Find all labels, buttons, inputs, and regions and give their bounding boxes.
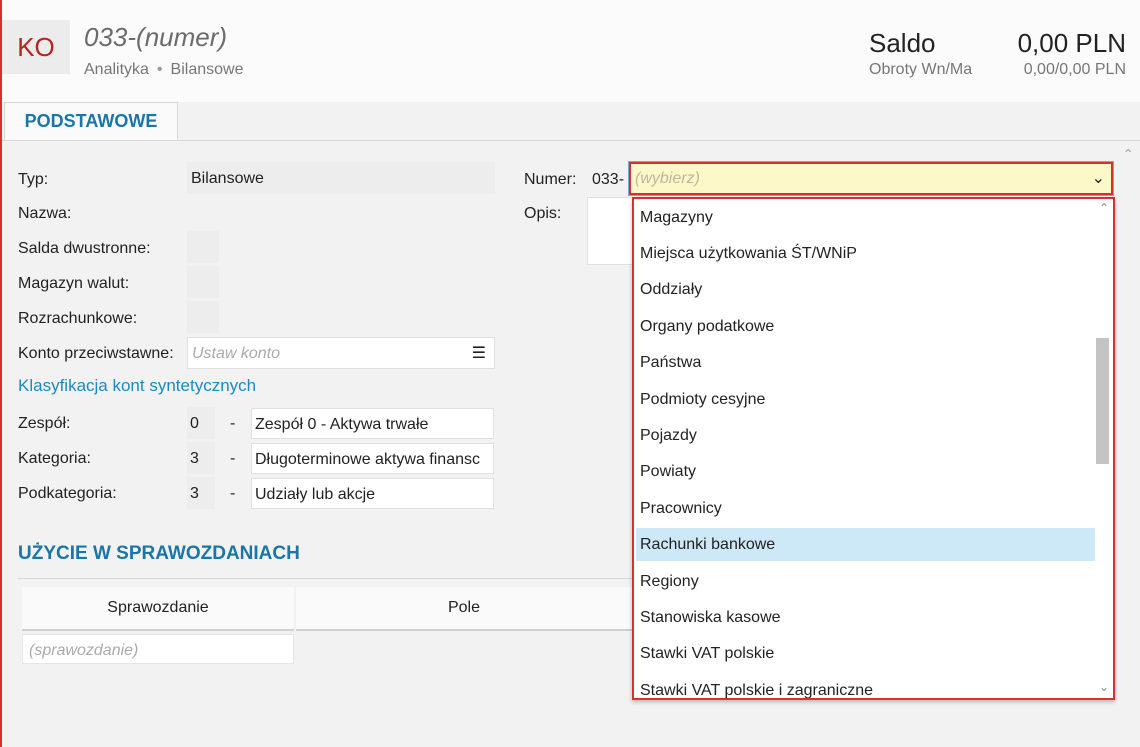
salda-checkbox[interactable] — [187, 231, 219, 263]
kategoria-dash: - — [230, 450, 236, 467]
breadcrumb-kind: Bilansowe — [170, 61, 244, 78]
column-header-sprawozdanie[interactable]: Sprawozdanie — [22, 587, 294, 631]
breadcrumb-type: Analityka — [84, 61, 149, 78]
dropdown-option[interactable]: Regiony — [636, 565, 1095, 598]
podkategoria-name: Udziały lub akcje — [255, 486, 376, 503]
column-header-pole[interactable]: Pole — [296, 587, 632, 631]
dropdown-option[interactable]: Stanowiska kasowe — [636, 601, 1095, 634]
opis-label: Opis: — [524, 205, 562, 222]
breadcrumb-separator: • — [156, 61, 163, 78]
kategoria-label: Kategoria: — [18, 450, 91, 467]
rozrachunkowe-checkbox[interactable] — [187, 301, 219, 333]
dropdown-option[interactable]: Podmioty cesyjne — [636, 383, 1095, 416]
breadcrumb: Analityka • Bilansowe — [84, 61, 243, 79]
dropdown-option[interactable]: Państwa — [636, 346, 1095, 379]
header: KO 033-(numer) Analityka • Bilansowe Saldo… — [2, 0, 1140, 102]
typ-label: Typ: — [18, 171, 49, 188]
dropdown-option[interactable]: Oddziały — [636, 273, 1095, 306]
dropdown-option[interactable]: Miejsca użytkowania ŚT/WNiP — [636, 237, 1095, 270]
kategoria-name-field: Długoterminowe aktywa finansc — [251, 443, 494, 474]
kategoria-code: 3 — [190, 450, 199, 467]
obroty-value: 0,00/0,00 PLN — [1023, 61, 1126, 78]
chevron-down-icon[interactable]: ⌄ — [1092, 168, 1105, 188]
opis-textarea[interactable] — [587, 197, 635, 265]
dropdown-option[interactable]: Pojazdy — [636, 419, 1095, 452]
numer-prefix: 033- — [592, 171, 625, 188]
usage-section-title: UŻYCIE W SPRAWOZDANIACH — [18, 543, 300, 564]
nazwa-label: Nazwa: — [18, 205, 72, 222]
obroty-label: Obroty Wn/Ma — [869, 61, 973, 78]
dropdown-option[interactable]: Stawki VAT polskie i zagraniczne — [636, 674, 1095, 699]
konto-input[interactable]: Ustaw konto ☰ — [187, 337, 495, 369]
podkategoria-code: 3 — [190, 485, 199, 502]
numer-dropdown-list[interactable]: Magazyny Miejsca użytkowania ŚT/WNiP Odd… — [632, 197, 1115, 700]
rozrachunkowe-label: Rozrachunkowe: — [18, 310, 138, 327]
numer-placeholder: (wybierz) — [635, 170, 700, 187]
zespol-dash: - — [230, 415, 236, 432]
zespol-code: 0 — [190, 415, 199, 432]
numer-select[interactable]: (wybierz) ⌄ — [628, 161, 1114, 196]
tab-podstawowe[interactable]: PODSTAWOWE — [4, 102, 178, 140]
zespol-code-field: 0 — [187, 407, 215, 439]
typ-value: Bilansowe — [191, 170, 264, 187]
zespol-name-field: Zespół 0 - Aktywa trwałe — [251, 408, 494, 439]
menu-icon[interactable]: ☰ — [472, 343, 486, 363]
klasyfikacja-link[interactable]: Klasyfikacja kont syntetycznych — [18, 376, 256, 396]
podkategoria-label: Podkategoria: — [18, 485, 117, 502]
magazyn-checkbox[interactable] — [187, 266, 219, 298]
dropdown-option[interactable]: Pracownicy — [636, 492, 1095, 525]
zespol-label: Zespół: — [18, 415, 71, 432]
dropdown-option[interactable]: Stawki VAT polskie — [636, 637, 1095, 670]
scrollbar-thumb[interactable] — [1096, 338, 1109, 464]
tab-bar: PODSTAWOWE — [2, 102, 1140, 141]
konto-label: Konto przeciwstawne: — [18, 345, 174, 362]
page-title: 033-(numer) — [84, 22, 228, 52]
scroll-up-icon[interactable]: ⌃ — [1099, 201, 1109, 215]
konto-placeholder: Ustaw konto — [192, 345, 281, 362]
account-badge: KO — [2, 20, 70, 74]
scroll-down-icon[interactable]: ⌄ — [1099, 680, 1109, 694]
dropdown-option[interactable]: Organy podatkowe — [636, 310, 1095, 343]
saldo-value: 0,00 PLN — [1017, 28, 1126, 58]
dropdown-option[interactable]: Powiaty — [636, 455, 1095, 488]
section-divider — [18, 578, 638, 579]
sprawozdanie-cell[interactable]: (sprawozdanie) — [22, 634, 294, 664]
dropdown-option[interactable]: Magazyny — [636, 201, 1095, 234]
kategoria-name: Długoterminowe aktywa finansc — [255, 451, 480, 468]
salda-label: Salda dwustronne: — [18, 240, 151, 257]
typ-field: Bilansowe — [187, 162, 495, 194]
saldo-label: Saldo — [869, 28, 936, 58]
podkategoria-name-field: Udziały lub akcje — [251, 478, 494, 509]
collapse-icon[interactable]: ⌃ — [1122, 146, 1134, 163]
numer-label: Numer: — [524, 171, 577, 188]
kategoria-code-field: 3 — [187, 442, 215, 474]
zespol-name: Zespół 0 - Aktywa trwałe — [255, 416, 429, 433]
podkategoria-code-field: 3 — [187, 477, 215, 509]
magazyn-label: Magazyn walut: — [18, 275, 130, 292]
dropdown-option-selected[interactable]: Rachunki bankowe — [636, 528, 1095, 561]
podkategoria-dash: - — [230, 485, 236, 502]
